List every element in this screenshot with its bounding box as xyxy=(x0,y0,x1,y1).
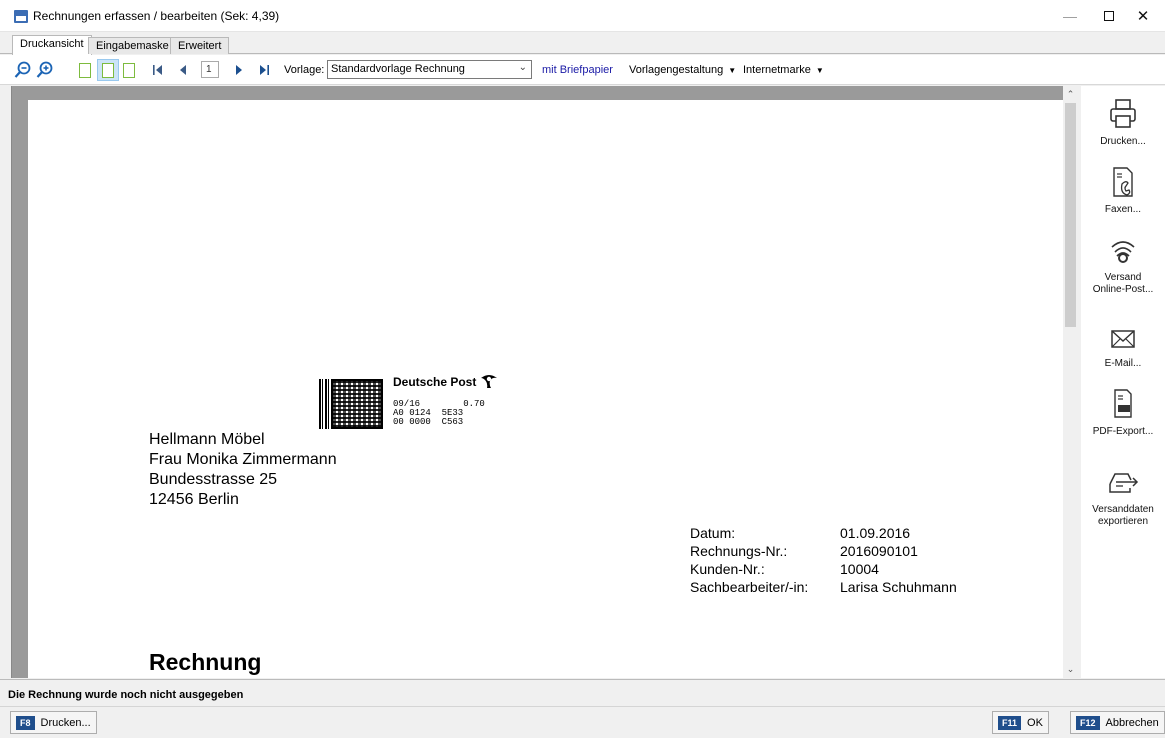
next-page-icon xyxy=(236,65,242,75)
online-post-action[interactable]: Versand Online-Post... xyxy=(1081,234,1165,296)
two-page-button[interactable] xyxy=(97,59,119,81)
next-page-button[interactable] xyxy=(230,61,248,79)
zoom-in-icon xyxy=(36,61,53,78)
title-bar: Rechnungen erfassen / bearbeiten (Sek: 4… xyxy=(0,0,1165,32)
zoom-out-button[interactable] xyxy=(14,61,32,79)
vorlagengestaltung-menu[interactable]: Vorlagengestaltung ▼ xyxy=(629,64,736,76)
bottom-button-bar: F8 Drucken... F11 OK F12 Abbrechen xyxy=(0,706,1165,738)
briefpapier-link[interactable]: mit Briefpapier xyxy=(542,64,613,76)
previous-page-button[interactable] xyxy=(174,61,192,79)
single-page-button[interactable] xyxy=(76,61,94,79)
print-button[interactable]: F8 Drucken... xyxy=(10,711,97,734)
vorlage-value: Standardvorlage Rechnung xyxy=(331,63,465,75)
printer-icon xyxy=(1110,99,1136,128)
pdf-file-icon xyxy=(1114,389,1132,418)
tab-eingabemaske[interactable]: Eingabemaske xyxy=(88,37,177,54)
fax-label: Faxen... xyxy=(1104,204,1142,215)
export-tray-icon xyxy=(1109,473,1139,493)
online-post-label-2: Online-Post... xyxy=(1092,284,1154,295)
meta-value-datum: 01.09.2016 xyxy=(840,525,911,541)
email-action[interactable]: E-Mail... xyxy=(1081,326,1165,370)
fax-icon xyxy=(1113,167,1133,197)
address-city: 12456 Berlin xyxy=(149,491,239,508)
internetmarke-menu[interactable]: Internetmarke ▼ xyxy=(743,64,824,76)
last-page-icon xyxy=(260,65,269,75)
meta-label-kundennr: Kunden-Nr.: xyxy=(690,561,765,577)
stamp-line-3: 00 0000 C563 xyxy=(393,417,464,427)
cancel-button-label: Abbrechen xyxy=(1105,716,1159,729)
page-icon xyxy=(79,62,91,78)
meta-label-rechnungsnr: Rechnungs-Nr.: xyxy=(690,543,788,559)
document-page: Deutsche Post 09/16 0.70 A0 0124 5E33 00… xyxy=(28,100,1065,678)
meta-label-datum: Datum: xyxy=(690,525,736,541)
zoom-in-button[interactable] xyxy=(36,61,54,79)
meta-label-sachbearbeiter: Sachbearbeiter/-in: xyxy=(690,579,809,595)
address-street: Bundesstrasse 25 xyxy=(149,471,278,488)
post-horn-icon xyxy=(479,373,499,389)
scrollbar-thumb[interactable] xyxy=(1065,103,1076,327)
cancel-button[interactable]: F12 Abbrechen xyxy=(1070,711,1165,734)
vertical-scrollbar[interactable]: ⌃ ⌄ xyxy=(1063,86,1078,678)
meta-value-rechnungsnr: 2016090101 xyxy=(840,543,918,559)
ok-button-label: OK xyxy=(1027,716,1043,729)
close-button[interactable]: ✕ xyxy=(1120,0,1165,32)
pdf-export-label: PDF-Export... xyxy=(1092,426,1154,437)
tab-erweitert[interactable]: Erweitert xyxy=(170,37,230,54)
print-preview[interactable]: Deutsche Post 09/16 0.70 A0 0124 5E33 00… xyxy=(11,86,1075,678)
online-post-label-1: Versand xyxy=(1104,272,1142,283)
fax-action[interactable]: Faxen... xyxy=(1081,166,1165,216)
vorlage-select[interactable]: Standardvorlage Rechnung ⌄ xyxy=(327,60,532,79)
barcode xyxy=(319,379,331,429)
stamp-brand: Deutsche Post xyxy=(393,375,477,389)
chevron-down-icon: ⌄ xyxy=(518,62,527,73)
address-company: Hellmann Möbel xyxy=(149,431,265,448)
print-label: Drucken... xyxy=(1100,136,1146,147)
address-contact: Frau Monika Zimmermann xyxy=(149,451,337,468)
maximize-icon xyxy=(1104,11,1114,21)
dropdown-caret-icon: ▼ xyxy=(815,66,824,75)
first-page-icon xyxy=(153,65,162,75)
ok-button[interactable]: F11 OK xyxy=(992,711,1049,734)
internetmarke-label: Internetmarke xyxy=(743,64,811,76)
action-panel: Drucken... Faxen... Versand Online-Post.… xyxy=(1081,86,1165,678)
document-title: Rechnung xyxy=(149,649,262,675)
tab-druckansicht[interactable]: Druckansicht xyxy=(12,35,92,55)
datamatrix-code xyxy=(331,379,383,429)
zoom-out-icon xyxy=(14,61,31,78)
status-bar: Die Rechnung wurde noch nicht ausgegeben xyxy=(0,679,1165,706)
print-button-label: Drucken... xyxy=(40,716,91,729)
f8-key-badge: F8 xyxy=(16,715,35,730)
page-icon xyxy=(102,63,114,78)
meta-value-sachbearbeiter: Larisa Schuhmann xyxy=(840,579,957,595)
vorlage-label: Vorlage: xyxy=(284,64,325,76)
f11-key-badge: F11 xyxy=(998,715,1022,730)
scroll-down-icon[interactable]: ⌄ xyxy=(1063,661,1078,678)
versanddaten-label-2: exportieren xyxy=(1097,516,1149,527)
tab-strip: Druckansicht Eingabemaske Erweitert xyxy=(0,32,1165,55)
toolbar: 1 Vorlage: Standardvorlage Rechnung ⌄ mi… xyxy=(0,55,1165,85)
vorlagengestaltung-label: Vorlagengestaltung xyxy=(629,64,724,76)
pdf-export-action[interactable]: PDF-Export... xyxy=(1081,388,1165,438)
multi-page-button[interactable] xyxy=(120,61,138,79)
status-message: Die Rechnung wurde noch nicht ausgegeben xyxy=(8,689,244,701)
scroll-up-icon[interactable]: ⌃ xyxy=(1063,86,1078,103)
previous-page-icon xyxy=(180,65,186,75)
versanddaten-export-action[interactable]: Versanddaten exportieren xyxy=(1081,468,1165,528)
meta-value-kundennr: 10004 xyxy=(840,561,879,577)
page-number-input[interactable]: 1 xyxy=(201,61,219,78)
dropdown-caret-icon: ▼ xyxy=(728,66,737,75)
print-action[interactable]: Drucken... xyxy=(1081,98,1165,148)
window-title: Rechnungen erfassen / bearbeiten (Sek: 4… xyxy=(33,9,280,23)
wireless-broadcast-icon xyxy=(1111,241,1135,263)
email-label: E-Mail... xyxy=(1104,358,1142,369)
last-page-button[interactable] xyxy=(255,61,273,79)
f12-key-badge: F12 xyxy=(1076,715,1100,730)
first-page-button[interactable] xyxy=(149,61,167,79)
envelope-icon xyxy=(1111,330,1135,348)
page-icon xyxy=(123,62,135,78)
app-icon xyxy=(14,10,28,23)
postage-stamp: Deutsche Post 09/16 0.70 A0 0124 5E33 00… xyxy=(319,375,549,435)
versanddaten-label-1: Versanddaten xyxy=(1092,504,1154,515)
